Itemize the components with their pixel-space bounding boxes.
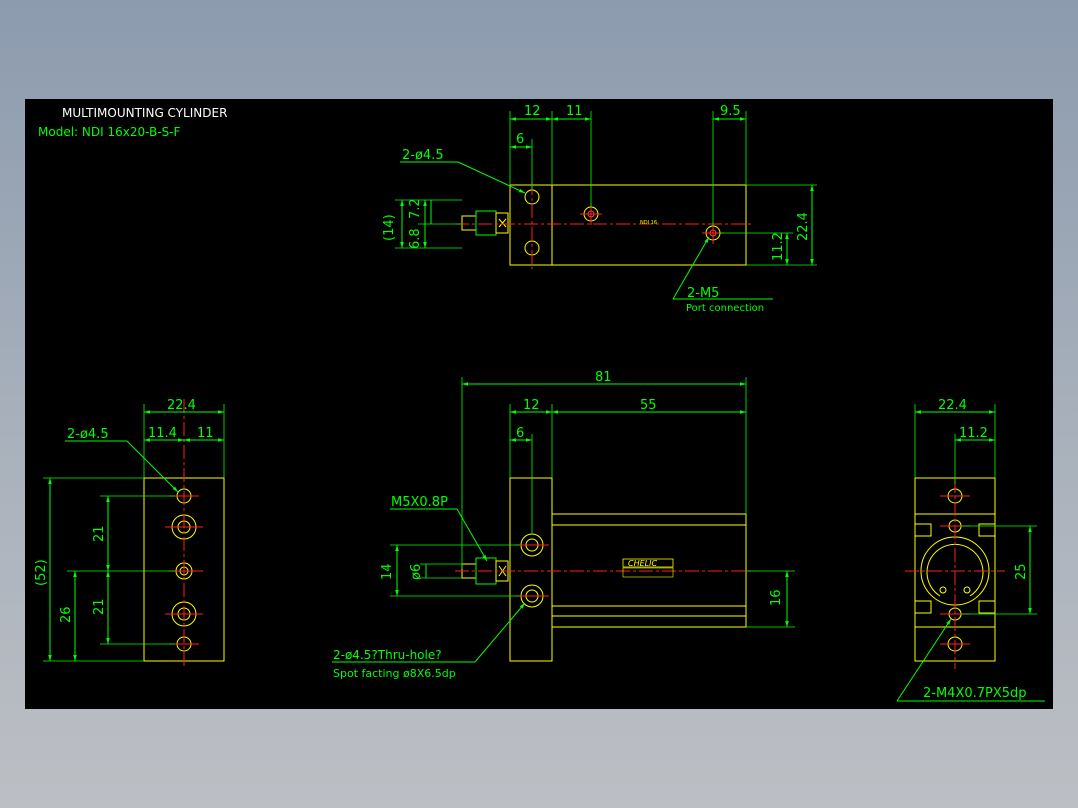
front-dim-81: 81	[595, 370, 612, 385]
top-view: NDI 16 12 11 9.5 6 2-ø4.5 2-M5 Port conn…	[382, 104, 817, 314]
front-thread-callout: M5X0.8P	[391, 495, 448, 510]
left-dim-11-4: 11.4	[148, 426, 177, 441]
front-view: CHELIC 81 12 55 6 14 ø6 16 M5X0.8P 2-ø4.…	[332, 370, 795, 680]
front-brand: CHELIC	[628, 559, 657, 568]
front-dim-55: 55	[640, 398, 657, 413]
left-dim-21-b: 21	[92, 598, 107, 615]
top-dim-7-2: 7.2	[408, 198, 423, 219]
top-body-mark: NDI 16	[640, 220, 657, 226]
front-holes-callout: 2-ø4.5?Thru-hole?	[333, 648, 442, 662]
right-dim-11-2: 11.2	[959, 426, 988, 441]
top-dim-6: 6	[516, 132, 524, 147]
right-view: 22.4 11.2 25 2-M4X0.7PX5dp	[896, 398, 1045, 702]
left-dim-11: 11	[197, 426, 214, 441]
front-dim-14: 14	[380, 563, 395, 580]
top-holes-callout: 2-ø4.5	[402, 148, 444, 163]
left-dim-52: (52)	[34, 559, 49, 586]
left-view: 22.4 11.4 11 2-ø4.5 (52) 26 21 21	[34, 398, 225, 669]
left-dim-21-a: 21	[92, 525, 107, 542]
front-dim-6: 6	[516, 426, 524, 441]
top-dim-12: 12	[524, 104, 541, 119]
top-dim-6-8: 6.8	[408, 228, 423, 249]
drawing-canvas: MULTIMOUNTING CYLINDER Model: NDI 16x20-…	[25, 99, 1053, 709]
front-spot-callout: Spot facting ø8X6.5dp	[333, 667, 456, 680]
top-rod	[461, 215, 477, 231]
front-flange	[509, 477, 553, 662]
top-dim-11: 11	[566, 104, 583, 119]
right-dim-25: 25	[1014, 563, 1029, 580]
top-ports-callout: 2-M5	[687, 286, 719, 301]
front-dim-12: 12	[523, 398, 540, 413]
top-flange	[509, 184, 553, 266]
right-threads-callout: 2-M4X0.7PX5dp	[923, 686, 1027, 701]
top-nut	[475, 210, 497, 236]
top-ports-note: Port connection	[686, 303, 764, 314]
model-label: Model: NDI 16x20-B-S-F	[38, 125, 181, 139]
top-dim-22-4: 22.4	[796, 212, 811, 241]
left-dim-22-4: 22.4	[167, 398, 196, 413]
top-dim-11-2: 11.2	[771, 232, 786, 261]
drawing-title: MULTIMOUNTING CYLINDER	[62, 106, 227, 120]
front-dim-phi6: ø6	[409, 564, 424, 580]
top-dim-14: (14)	[382, 214, 397, 241]
cad-drawing: MULTIMOUNTING CYLINDER Model: NDI 16x20-…	[34, 104, 1045, 702]
top-dim-9-5: 9.5	[720, 104, 741, 119]
left-holes-callout: 2-ø4.5	[67, 427, 109, 442]
front-dim-16: 16	[769, 589, 784, 606]
left-dim-26: 26	[59, 606, 74, 623]
right-dim-22-4: 22.4	[938, 398, 967, 413]
